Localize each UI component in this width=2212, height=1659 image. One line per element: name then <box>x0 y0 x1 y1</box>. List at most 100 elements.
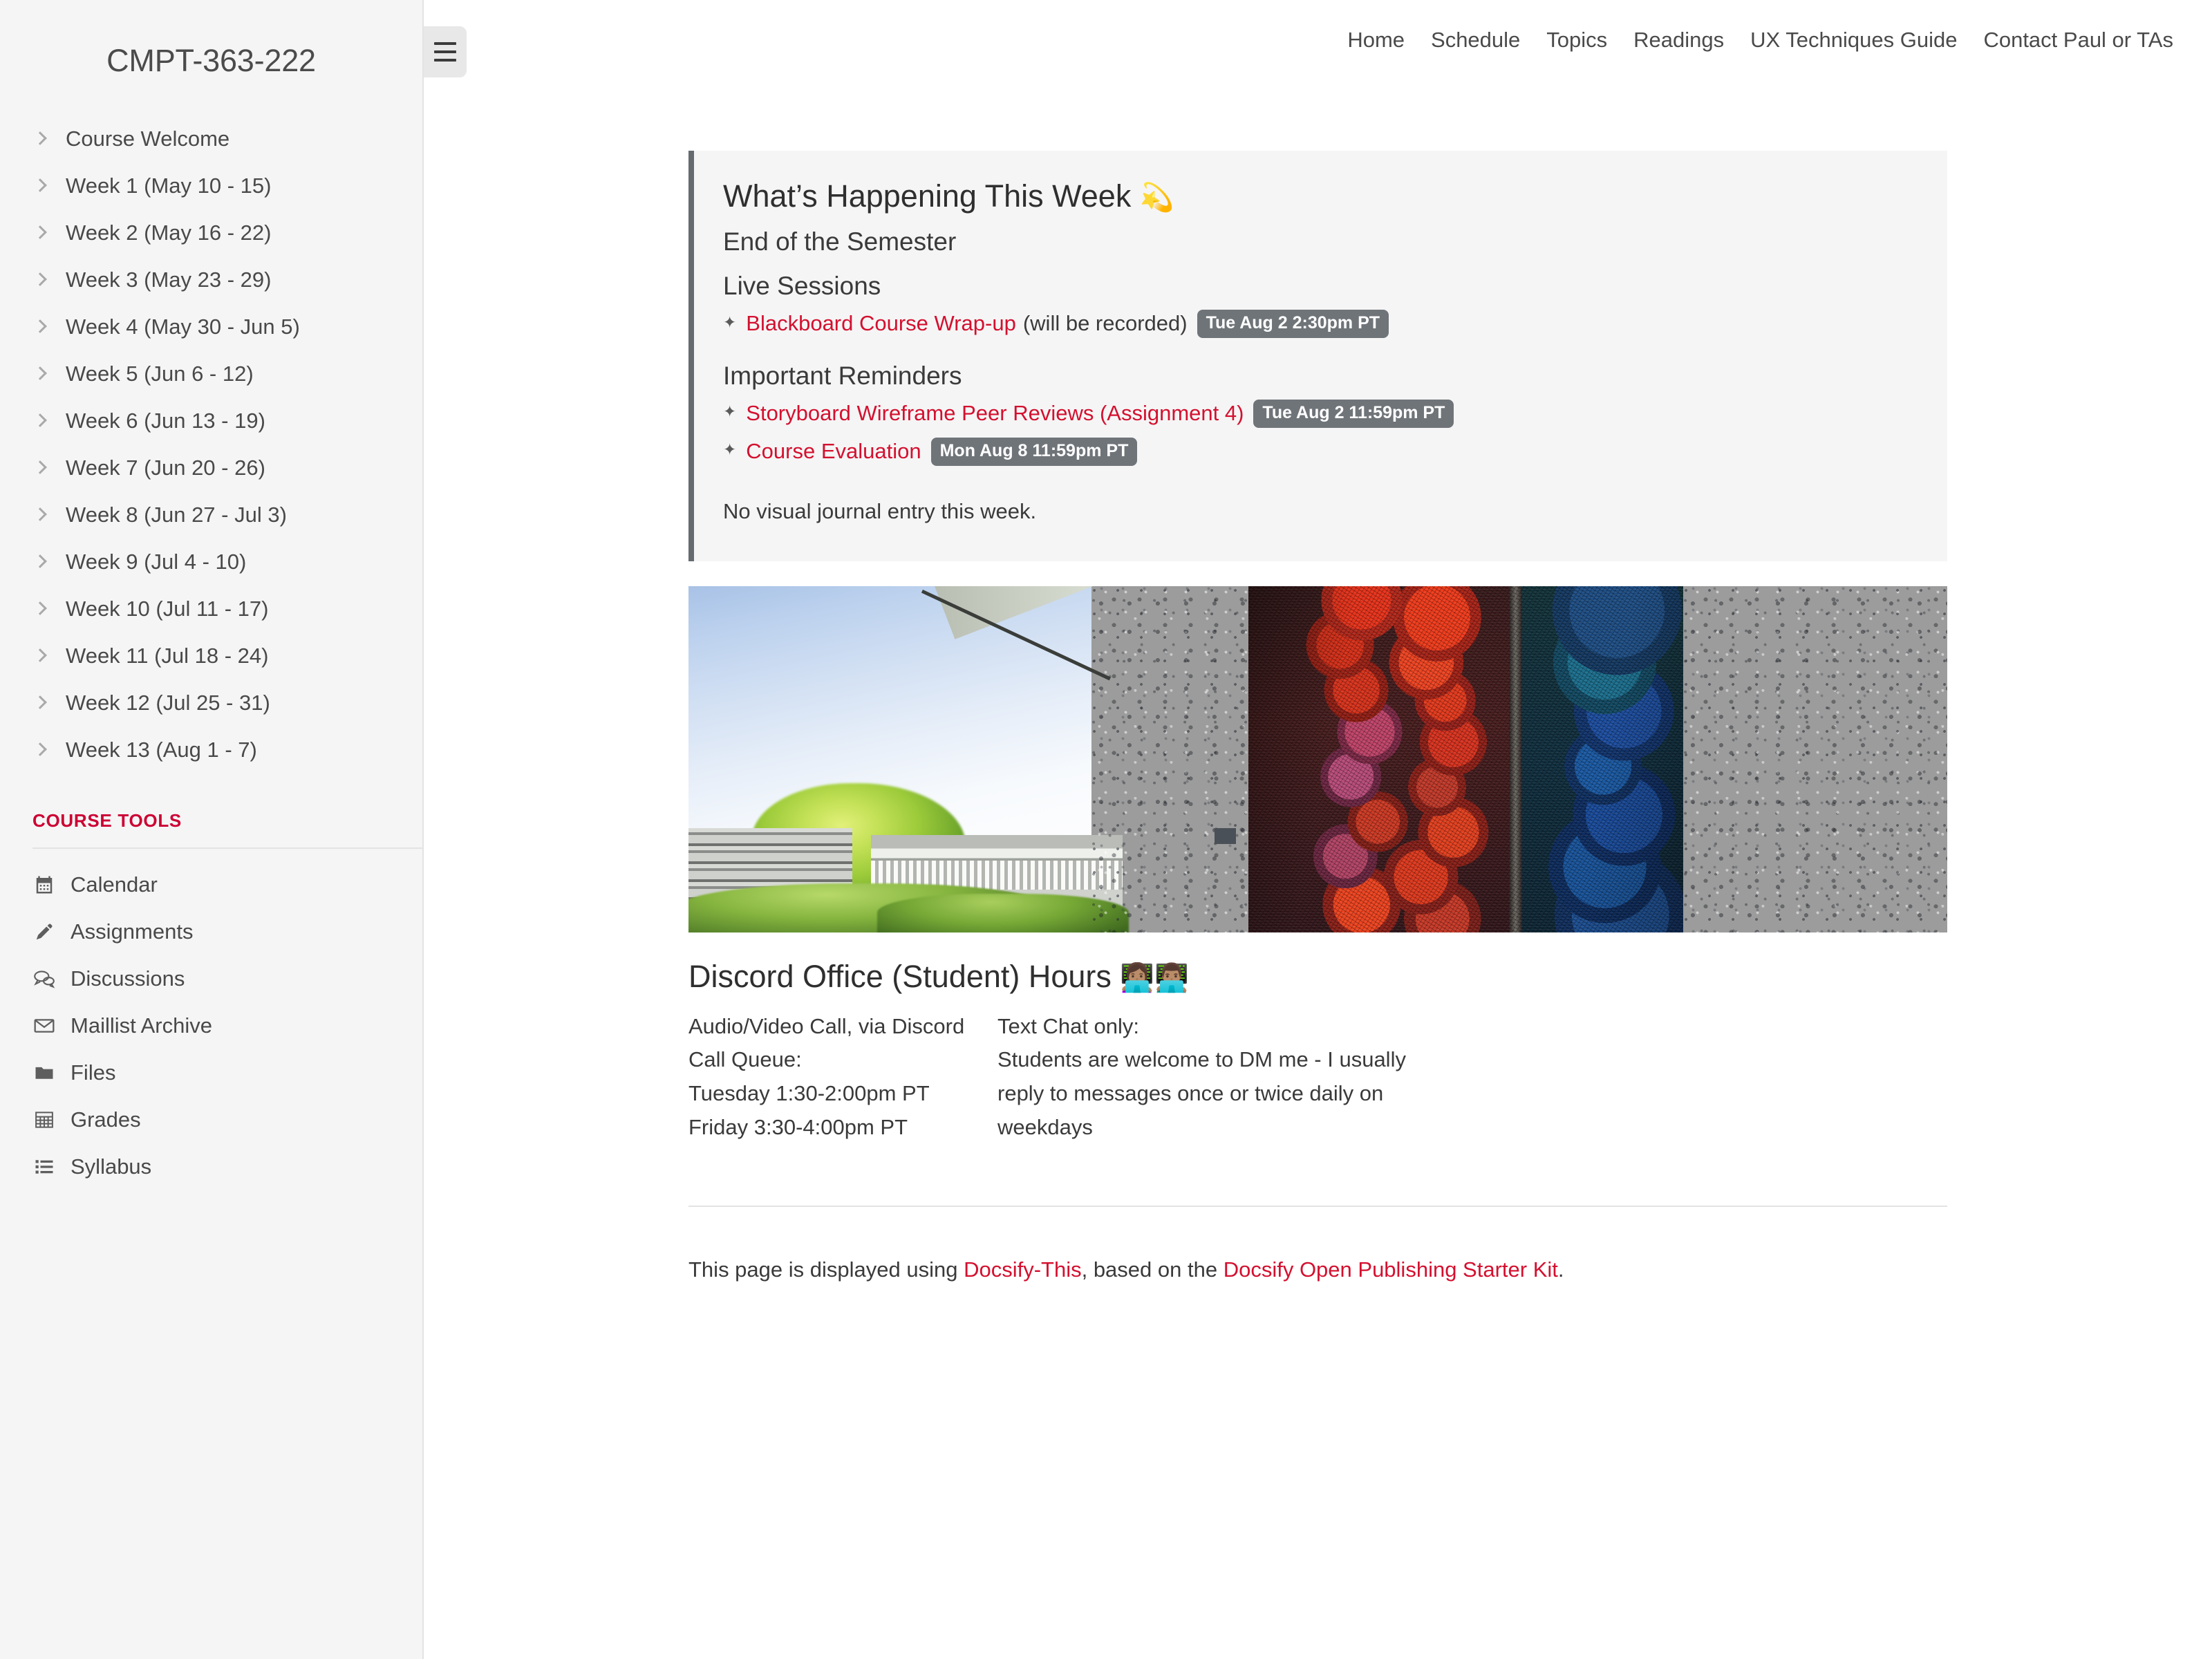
folder-icon <box>32 1061 56 1085</box>
diamond-bullet-icon: ✦ <box>723 312 736 333</box>
callout-subtitle: End of the Semester <box>723 227 1914 256</box>
sidebar-item-label: Grades <box>71 1107 141 1132</box>
whats-happening-callout: What’s Happening This Week 💫 End of the … <box>688 151 1947 561</box>
concrete-column-right <box>1683 586 1947 932</box>
sidebar-item-week-10[interactable]: Week 10 (Jul 11 - 17) <box>0 585 422 632</box>
discord-chat-description: Students are welcome to DM me - I usuall… <box>997 1043 1412 1145</box>
sidebar-item-label: Calendar <box>71 872 158 897</box>
sidebar-item-label: Week 2 (May 16 - 22) <box>66 221 271 245</box>
list-item: ✦ Blackboard Course Wrap-up (will be rec… <box>723 310 1914 338</box>
sidebar-item-label: Week 4 (May 30 - Jun 5) <box>66 315 300 339</box>
sidebar-item-label: Files <box>71 1060 115 1085</box>
discord-title-text: Discord Office (Student) Hours <box>688 959 1112 994</box>
sidebar-item-label: Syllabus <box>71 1154 151 1179</box>
sidebar-item-week-9[interactable]: Week 9 (Jul 4 - 10) <box>0 538 422 585</box>
discord-hours-columns: Audio/Video Call, via Discord Call Queue… <box>688 1010 1947 1145</box>
hamburger-bar <box>434 59 456 62</box>
live-sessions-list: ✦ Blackboard Course Wrap-up (will be rec… <box>723 310 1914 338</box>
sidebar-item-label: Discussions <box>71 966 185 991</box>
chevron-right-icon <box>32 507 49 523</box>
comments-icon <box>32 967 56 991</box>
sidebar-item-discussions[interactable]: Discussions <box>0 955 422 1002</box>
chevron-right-icon <box>32 319 49 335</box>
chevron-right-icon <box>32 742 49 758</box>
sidebar-item-week-13[interactable]: Week 13 (Aug 1 - 7) <box>0 727 422 774</box>
sidebar-item-label: Week 7 (Jun 20 - 26) <box>66 456 265 480</box>
important-reminders-list: ✦ Storyboard Wireframe Peer Reviews (Ass… <box>723 400 1914 466</box>
course-title: CMPT-363-222 <box>0 0 422 79</box>
chevron-right-icon <box>32 225 49 241</box>
footer-prefix: This page is displayed using <box>688 1257 964 1282</box>
sidebar-item-week-12[interactable]: Week 12 (Jul 25 - 31) <box>0 679 422 727</box>
wall-plaque <box>1215 828 1236 844</box>
main-content: What’s Happening This Week 💫 End of the … <box>688 0 1947 1282</box>
important-reminders-heading: Important Reminders <box>723 362 1914 391</box>
course-tools-nav: Calendar Assignments Discussions <box>0 861 422 1190</box>
link-course-evaluation[interactable]: Course Evaluation <box>746 438 921 465</box>
sidebar-item-files[interactable]: Files <box>0 1049 422 1096</box>
chevron-right-icon <box>32 695 49 711</box>
sidebar-item-label: Week 1 (May 10 - 15) <box>66 174 271 198</box>
discord-office-hours-title: Discord Office (Student) Hours 👩🏽‍💻👨🏽‍💻 <box>688 959 1947 995</box>
sidebar-item-week-11[interactable]: Week 11 (Jul 18 - 24) <box>0 632 422 679</box>
sidebar-item-week-6[interactable]: Week 6 (Jun 13 - 19) <box>0 397 422 444</box>
sidebar-item-maillist-archive[interactable]: Maillist Archive <box>0 1002 422 1049</box>
sidebar: CMPT-363-222 Course Welcome Week 1 (May … <box>0 0 424 1659</box>
discord-av-label: Audio/Video Call, via Discord Call Queue… <box>688 1010 997 1078</box>
sidebar-item-assignments[interactable]: Assignments <box>0 908 422 955</box>
footer-attribution: This page is displayed using Docsify-Thi… <box>688 1257 1947 1282</box>
link-docsify-this[interactable]: Docsify-This <box>964 1257 1082 1282</box>
chevron-right-icon <box>32 178 49 194</box>
calendar-icon <box>32 873 56 897</box>
sidebar-item-label: Week 8 (Jun 27 - Jul 3) <box>66 503 287 527</box>
sidebar-item-week-5[interactable]: Week 5 (Jun 6 - 12) <box>0 350 422 397</box>
table-icon <box>32 1108 56 1132</box>
callout-title-text: What’s Happening This Week <box>723 178 1131 214</box>
chevron-right-icon <box>32 272 49 288</box>
sidebar-item-label: Week 10 (Jul 11 - 17) <box>66 597 269 621</box>
list-item-note: (will be recorded) <box>1023 310 1188 337</box>
chevron-right-icon <box>32 554 49 570</box>
chevron-right-icon <box>32 131 49 147</box>
sidebar-item-week-7[interactable]: Week 7 (Jun 20 - 26) <box>0 444 422 491</box>
sidebar-item-grades[interactable]: Grades <box>0 1096 422 1143</box>
status-badge: Mon Aug 8 11:59pm PT <box>931 438 1138 466</box>
callout-title: What’s Happening This Week 💫 <box>723 177 1914 216</box>
sidebar-item-label: Week 11 (Jul 18 - 24) <box>66 644 269 668</box>
discord-audio-video-column: Audio/Video Call, via Discord Call Queue… <box>688 1010 997 1145</box>
hamburger-menu-icon[interactable] <box>424 26 467 77</box>
list-item: ✦ Course Evaluation Mon Aug 8 11:59pm PT <box>723 438 1914 466</box>
sidebar-item-syllabus[interactable]: Syllabus <box>0 1143 422 1190</box>
pencil-icon <box>32 920 56 944</box>
chevron-right-icon <box>32 460 49 476</box>
nav-link-contact[interactable]: Contact Paul or TAs <box>1983 28 2173 53</box>
mosaic-mural <box>1248 586 1683 932</box>
discord-av-tuesday: Tuesday 1:30-2:00pm PT <box>688 1077 997 1111</box>
discord-av-friday: Friday 3:30-4:00pm PT <box>688 1111 997 1145</box>
sidebar-item-label: Week 5 (Jun 6 - 12) <box>66 362 254 386</box>
diamond-bullet-icon: ✦ <box>723 402 736 422</box>
sidebar-item-week-3[interactable]: Week 3 (May 23 - 29) <box>0 256 422 303</box>
divider <box>32 847 424 849</box>
sidebar-item-course-welcome[interactable]: Course Welcome <box>0 115 422 162</box>
status-badge: Tue Aug 2 11:59pm PT <box>1253 400 1454 428</box>
sidebar-item-label: Week 3 (May 23 - 29) <box>66 268 271 292</box>
sidebar-item-week-1[interactable]: Week 1 (May 10 - 15) <box>0 162 422 209</box>
link-storyboard-wireframe-peer-reviews[interactable]: Storyboard Wireframe Peer Reviews (Assig… <box>746 400 1244 427</box>
chevron-right-icon <box>32 648 49 664</box>
sidebar-item-week-2[interactable]: Week 2 (May 16 - 22) <box>0 209 422 256</box>
link-docsify-starter-kit[interactable]: Docsify Open Publishing Starter Kit <box>1224 1257 1558 1282</box>
sidebar-item-label: Week 12 (Jul 25 - 31) <box>66 691 270 715</box>
divider <box>688 1206 1947 1207</box>
sidebar-item-week-8[interactable]: Week 8 (Jun 27 - Jul 3) <box>0 491 422 538</box>
list-icon <box>32 1155 56 1179</box>
visual-journal-note: No visual journal entry this week. <box>723 499 1914 524</box>
link-blackboard-course-wrap-up[interactable]: Blackboard Course Wrap-up <box>746 310 1016 337</box>
sidebar-item-week-4[interactable]: Week 4 (May 30 - Jun 5) <box>0 303 422 350</box>
list-item: ✦ Storyboard Wireframe Peer Reviews (Ass… <box>723 400 1914 428</box>
sidebar-item-calendar[interactable]: Calendar <box>0 861 422 908</box>
envelope-icon <box>32 1014 56 1038</box>
shooting-star-emoji-icon: 💫 <box>1140 182 1174 213</box>
footer-middle: , based on the <box>1082 1257 1224 1282</box>
sidebar-week-nav: Course Welcome Week 1 (May 10 - 15) Week… <box>0 115 422 774</box>
